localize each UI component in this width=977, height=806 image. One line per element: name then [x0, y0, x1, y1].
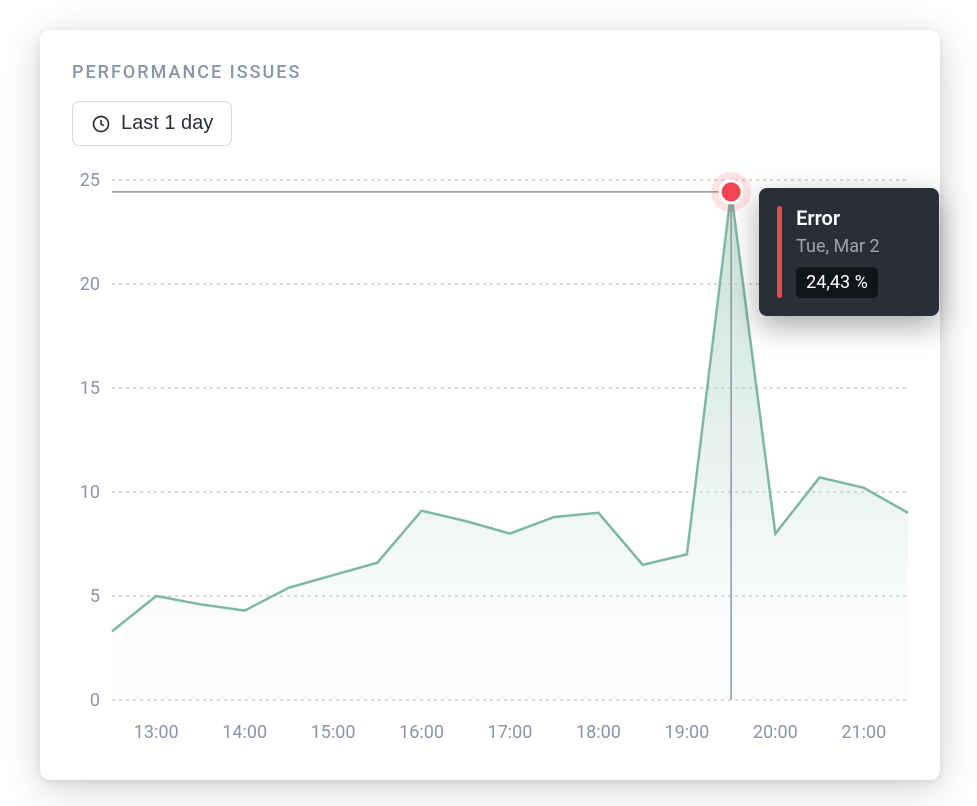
- svg-text:16:00: 16:00: [399, 722, 444, 743]
- chart-tooltip: Error Tue, Mar 2 24,43 %: [759, 188, 939, 316]
- chart-area[interactable]: 0 5 10 15 20 25 13:00 14:00 15:00 16:00 17:00 18:00…: [40, 170, 940, 750]
- svg-text:5: 5: [90, 586, 100, 607]
- svg-text:20: 20: [80, 274, 100, 295]
- tooltip-value: 24,43 %: [796, 267, 878, 298]
- svg-text:20:00: 20:00: [753, 722, 798, 743]
- tooltip-date: Tue, Mar 2: [796, 236, 880, 257]
- svg-text:10: 10: [80, 482, 100, 503]
- performance-card: PERFORMANCE ISSUES Last 1 day 0 5 10 15 20 25…: [40, 30, 940, 780]
- svg-text:13:00: 13:00: [134, 722, 179, 743]
- clock-icon: [91, 114, 111, 134]
- time-range-selector[interactable]: Last 1 day: [72, 101, 232, 146]
- svg-text:14:00: 14:00: [222, 722, 267, 743]
- tooltip-accent-bar: [777, 206, 782, 298]
- time-range-label: Last 1 day: [121, 112, 213, 135]
- tooltip-title: Error: [796, 206, 880, 230]
- card-header: PERFORMANCE ISSUES Last 1 day: [40, 62, 940, 146]
- svg-text:19:00: 19:00: [664, 722, 709, 743]
- svg-text:25: 25: [80, 170, 100, 191]
- tooltip-body: Error Tue, Mar 2 24,43 %: [796, 206, 880, 298]
- svg-text:15:00: 15:00: [311, 722, 356, 743]
- svg-text:21:00: 21:00: [841, 722, 886, 743]
- svg-text:17:00: 17:00: [488, 722, 533, 743]
- svg-text:15: 15: [80, 378, 100, 399]
- svg-text:0: 0: [90, 690, 100, 711]
- svg-text:18:00: 18:00: [576, 722, 621, 743]
- card-title: PERFORMANCE ISSUES: [72, 62, 908, 83]
